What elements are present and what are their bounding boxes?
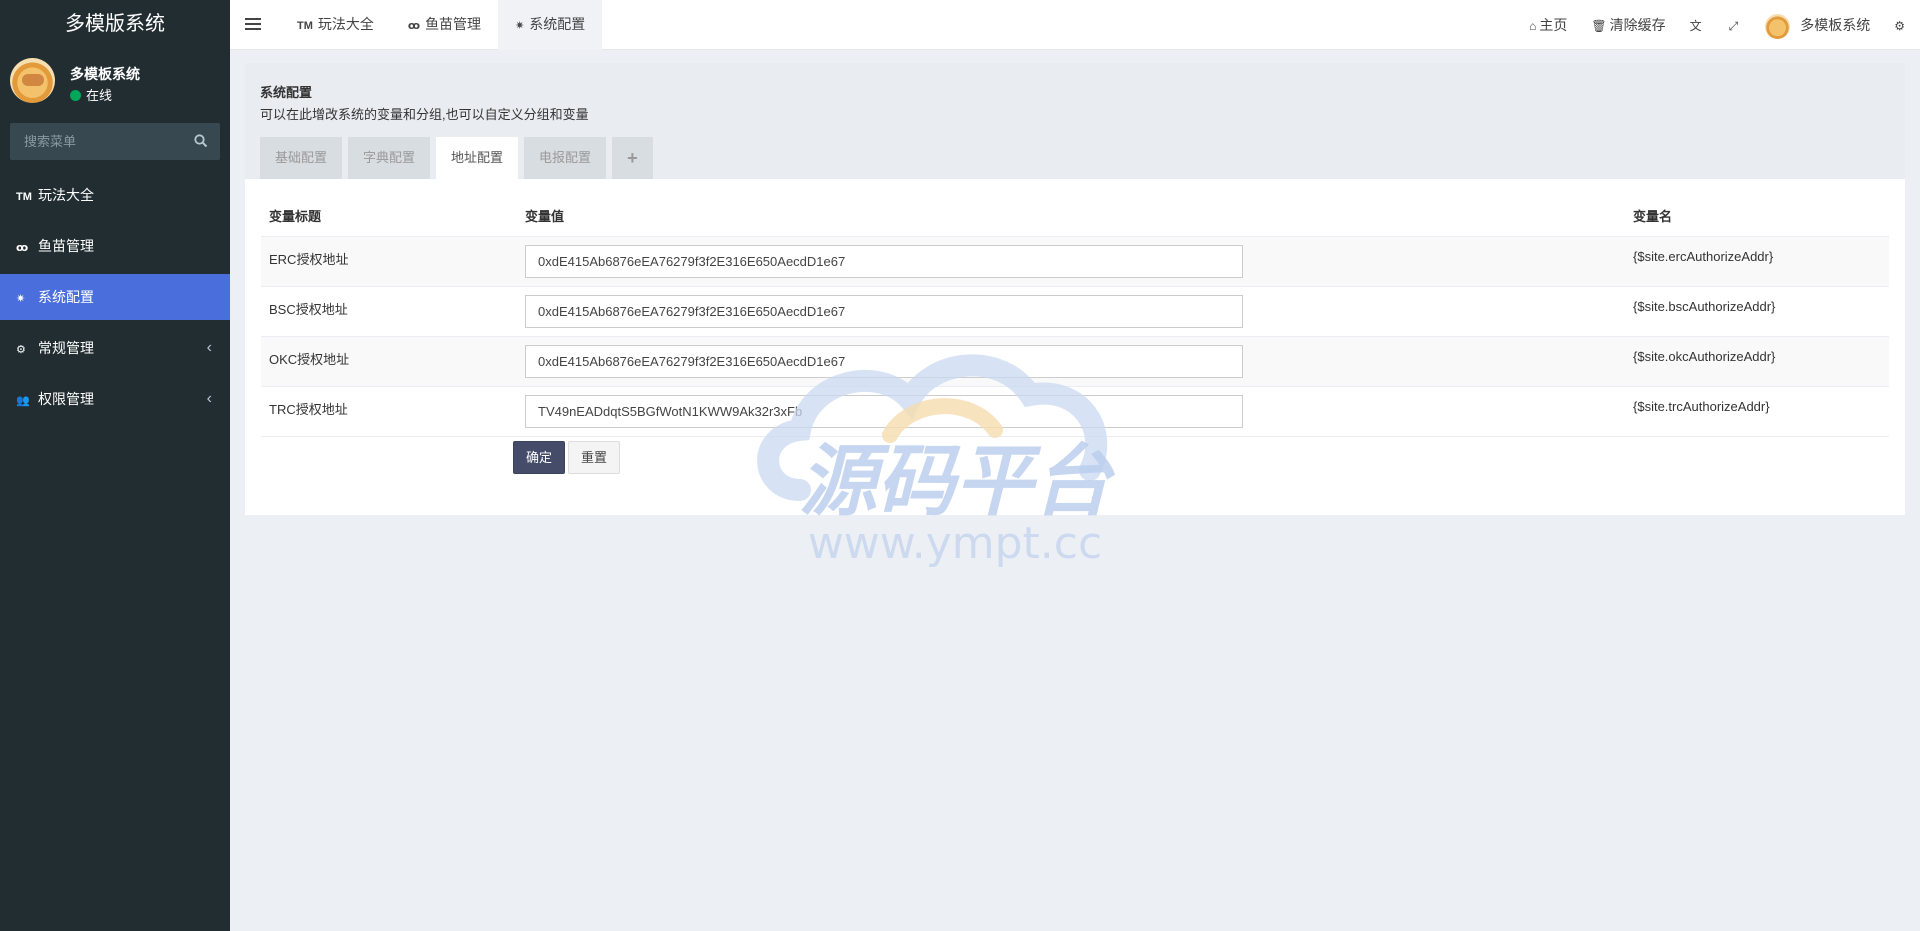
fullscreen-button[interactable]: ⤢	[1717, 0, 1754, 50]
bsc-address-input[interactable]	[525, 294, 1243, 328]
menu-toggle-icon[interactable]	[245, 15, 261, 35]
sidebar: 多模版系统 多模板系统 在线 TM 玩法大全 ꝏ 鱼苗管理 ✷ 系统配置 ⚙ 常规管理 ‹…	[0, 0, 230, 931]
okc-address-input[interactable]	[525, 344, 1243, 378]
reset-button[interactable]: 重置	[568, 441, 621, 474]
user-menu[interactable]: 多模板系统	[1753, 0, 1882, 50]
column-header: 变量标题	[261, 196, 517, 237]
form-actions: 确定 重置	[513, 441, 623, 474]
config-panel: 系统配置 可以在此增改系统的变量和分组,也可以自定义分组和变量 基础配置 字典配…	[245, 63, 1905, 515]
settings-button[interactable]: ⚙	[1882, 0, 1920, 50]
users-icon: 👥	[16, 395, 30, 407]
tab-gameplay[interactable]: TM 玩法大全	[280, 0, 391, 50]
avatar	[10, 58, 55, 103]
tab-label: 鱼苗管理	[425, 16, 482, 32]
gear-icon: ✷	[16, 293, 26, 305]
submit-button[interactable]: 确定	[513, 441, 566, 474]
fullscreen-icon: ⤢	[1728, 19, 1739, 33]
table-row: BSC授权地址 {$site.bscAuthorizeAddr}	[261, 286, 1889, 337]
online-status-text: 在线	[86, 88, 113, 103]
variable-name: {$site.trcAuthorizeAddr}	[1625, 386, 1889, 437]
trademark-icon: TM	[16, 191, 32, 203]
sidebar-item-label: 常规管理	[38, 340, 94, 356]
tab-fish-management[interactable]: ꝏ 鱼苗管理	[391, 0, 498, 50]
variable-name: {$site.ercAuthorizeAddr}	[1625, 236, 1889, 287]
online-dot-icon	[70, 90, 81, 101]
search-icon[interactable]	[194, 134, 208, 148]
page-title: 系统配置	[260, 85, 313, 100]
variable-title: OKC授权地址	[261, 336, 517, 387]
panel-heading: 系统配置 可以在此增改系统的变量和分组,也可以自定义分组和变量 基础配置 字典配…	[245, 63, 1905, 179]
sidebar-item-gameplay[interactable]: TM 玩法大全	[0, 172, 230, 218]
add-group-button[interactable]: +	[612, 137, 653, 179]
config-table: 变量标题 变量值 变量名 ERC授权地址 {$site.ercAuthorize…	[261, 196, 1889, 437]
binoculars-icon: ꝏ	[16, 242, 29, 254]
cogs-icon: ⚙	[16, 344, 26, 356]
app-logo[interactable]: 多模版系统	[0, 0, 230, 50]
language-button[interactable]: 文	[1678, 0, 1717, 50]
tab-label: 玩法大全	[317, 16, 374, 32]
translate-icon: 文	[1689, 19, 1702, 33]
table-row: OKC授权地址 {$site.okcAuthorizeAddr}	[261, 336, 1889, 387]
variable-title: BSC授权地址	[261, 286, 517, 337]
column-header: 变量名	[1625, 196, 1889, 237]
variable-name: {$site.bscAuthorizeAddr}	[1625, 286, 1889, 337]
trc-address-input[interactable]	[525, 394, 1243, 428]
top-header: TM 玩法大全 ꝏ 鱼苗管理 ✷ 系统配置 ⌂ 主页 🗑 清除缓存 文 ⤢ 多模板系统 ⚙	[230, 0, 1920, 50]
user-panel: 多模板系统 在线	[0, 50, 230, 112]
page-description: 可以在此增改系统的变量和分组,也可以自定义分组和变量	[260, 107, 589, 122]
menu-search-input[interactable]	[10, 123, 220, 160]
chevron-left-icon: ‹	[206, 339, 212, 356]
variable-title: TRC授权地址	[261, 386, 517, 437]
sidebar-item-permission-management[interactable]: 👥 权限管理 ‹	[0, 376, 230, 422]
home-label: 主页	[1539, 17, 1568, 33]
page-tabs: TM 玩法大全 ꝏ 鱼苗管理 ✷ 系统配置	[280, 0, 603, 50]
column-header: 变量值	[517, 196, 1625, 237]
cogs-icon: ⚙	[1894, 19, 1905, 33]
variable-title: ERC授权地址	[261, 236, 517, 287]
trademark-icon: TM	[297, 20, 313, 32]
clear-cache-label: 清除缓存	[1609, 17, 1666, 33]
sidebar-item-system-config[interactable]: ✷ 系统配置	[0, 274, 230, 320]
tab-label: 系统配置	[529, 16, 586, 32]
erc-address-input[interactable]	[525, 244, 1243, 278]
home-link[interactable]: ⌂ 主页	[1517, 0, 1579, 50]
menu-search	[10, 123, 220, 160]
tab-dictionary-config[interactable]: 字典配置	[348, 137, 431, 179]
sidebar-item-label: 玩法大全	[38, 187, 94, 203]
clear-cache-button[interactable]: 🗑 清除缓存	[1579, 0, 1677, 50]
header-actions: ⌂ 主页 🗑 清除缓存 文 ⤢ 多模板系统 ⚙	[1517, 0, 1920, 50]
sidebar-item-label: 系统配置	[38, 289, 94, 305]
gear-icon: ✷	[515, 20, 525, 32]
chevron-left-icon: ‹	[206, 390, 212, 407]
table-row: TRC授权地址 {$site.trcAuthorizeAddr}	[261, 386, 1889, 437]
sidebar-item-general-management[interactable]: ⚙ 常规管理 ‹	[0, 325, 230, 371]
sidebar-item-label: 鱼苗管理	[38, 238, 94, 254]
watermark-url: www.ympt.cc	[808, 518, 1102, 569]
trash-icon: 🗑	[1591, 19, 1607, 33]
tab-telegram-config[interactable]: 电报配置	[524, 137, 607, 179]
variable-name: {$site.okcAuthorizeAddr}	[1625, 336, 1889, 387]
sidebar-menu: TM 玩法大全 ꝏ 鱼苗管理 ✷ 系统配置 ⚙ 常规管理 ‹ 👥 权限管理 ‹	[0, 172, 230, 422]
tab-basic-config[interactable]: 基础配置	[260, 137, 343, 179]
tab-system-config[interactable]: ✷ 系统配置	[498, 0, 603, 50]
config-group-tabs: 基础配置 字典配置 地址配置 电报配置 +	[260, 137, 659, 179]
binoculars-icon: ꝏ	[407, 20, 421, 32]
user-name: 多模板系统	[70, 66, 140, 82]
tab-address-config[interactable]: 地址配置	[436, 137, 519, 179]
online-status: 在线	[70, 85, 112, 104]
sidebar-item-fish-management[interactable]: ꝏ 鱼苗管理	[0, 223, 230, 269]
table-row: ERC授权地址 {$site.ercAuthorizeAddr}	[261, 236, 1889, 287]
home-icon: ⌂	[1529, 19, 1537, 33]
header-user-name: 多模板系统	[1800, 17, 1871, 33]
sidebar-item-label: 权限管理	[38, 391, 94, 407]
avatar	[1765, 13, 1791, 39]
